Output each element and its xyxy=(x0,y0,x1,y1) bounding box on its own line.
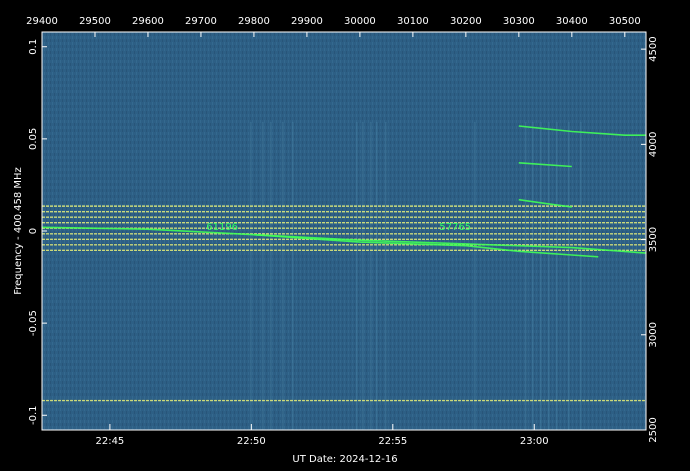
plot-frame-background xyxy=(42,32,646,430)
top-tick-label: 29500 xyxy=(79,16,111,27)
noise-streak xyxy=(580,122,582,430)
satellite-label: 61196 xyxy=(206,222,238,233)
top-tick-label: 30000 xyxy=(344,16,376,27)
noise-streak xyxy=(532,122,534,430)
noise-streak xyxy=(385,122,387,430)
left-tick-label: -0.1 xyxy=(28,406,39,426)
noise-streak xyxy=(548,122,550,430)
left-tick-label: 0.05 xyxy=(28,128,39,150)
noise-streak xyxy=(362,122,364,430)
noise-streak xyxy=(376,122,378,430)
spectrogram-chart: 29400 29500 29600 29700 29800 29900 30000 30100… xyxy=(13,16,659,465)
noise-streak xyxy=(356,122,358,430)
right-tick-label: 4500 xyxy=(648,36,659,61)
right-tick-label: 4000 xyxy=(648,132,659,157)
noise-streak xyxy=(270,122,272,430)
left-tick-label: 0.1 xyxy=(28,39,39,55)
bottom-tick-label: 23:00 xyxy=(520,436,549,447)
top-tick-label: 30400 xyxy=(556,16,588,27)
top-tick-label: 29800 xyxy=(238,16,270,27)
noise-streak xyxy=(282,122,284,430)
noise-streak xyxy=(262,122,264,430)
right-tick-label: 2500 xyxy=(648,417,659,442)
x-axis-label: UT Date: 2024-12-16 xyxy=(292,454,397,465)
noise-streak xyxy=(540,122,542,430)
top-tick-label: 30300 xyxy=(503,16,535,27)
left-tick-label: 0 xyxy=(28,228,39,234)
noise-streak xyxy=(556,122,558,430)
bottom-tick-label: 22:50 xyxy=(237,436,266,447)
satellite-label: 57765 xyxy=(439,222,471,233)
top-tick-label: 29900 xyxy=(291,16,323,27)
noise-streak xyxy=(370,122,372,430)
noise-streak xyxy=(474,122,476,430)
noise-streak xyxy=(568,122,570,430)
right-tick-label: 3500 xyxy=(648,227,659,252)
top-tick-label: 30100 xyxy=(397,16,429,27)
noise-streak xyxy=(525,122,527,430)
top-tick-label: 29700 xyxy=(185,16,217,27)
top-tick-label: 29600 xyxy=(132,16,164,27)
noise-streak xyxy=(292,122,294,430)
right-tick-label: 3000 xyxy=(648,322,659,347)
top-tick-label: 29400 xyxy=(26,16,58,27)
bottom-tick-label: 22:45 xyxy=(95,436,124,447)
top-tick-label: 30200 xyxy=(450,16,482,27)
y-axis-label: Frequency - 400.458 MHz xyxy=(13,167,24,295)
left-tick-label: -0.05 xyxy=(28,310,39,336)
top-tick-label: 30500 xyxy=(609,16,641,27)
bottom-tick-label: 22:55 xyxy=(378,436,407,447)
noise-streak xyxy=(250,122,252,430)
